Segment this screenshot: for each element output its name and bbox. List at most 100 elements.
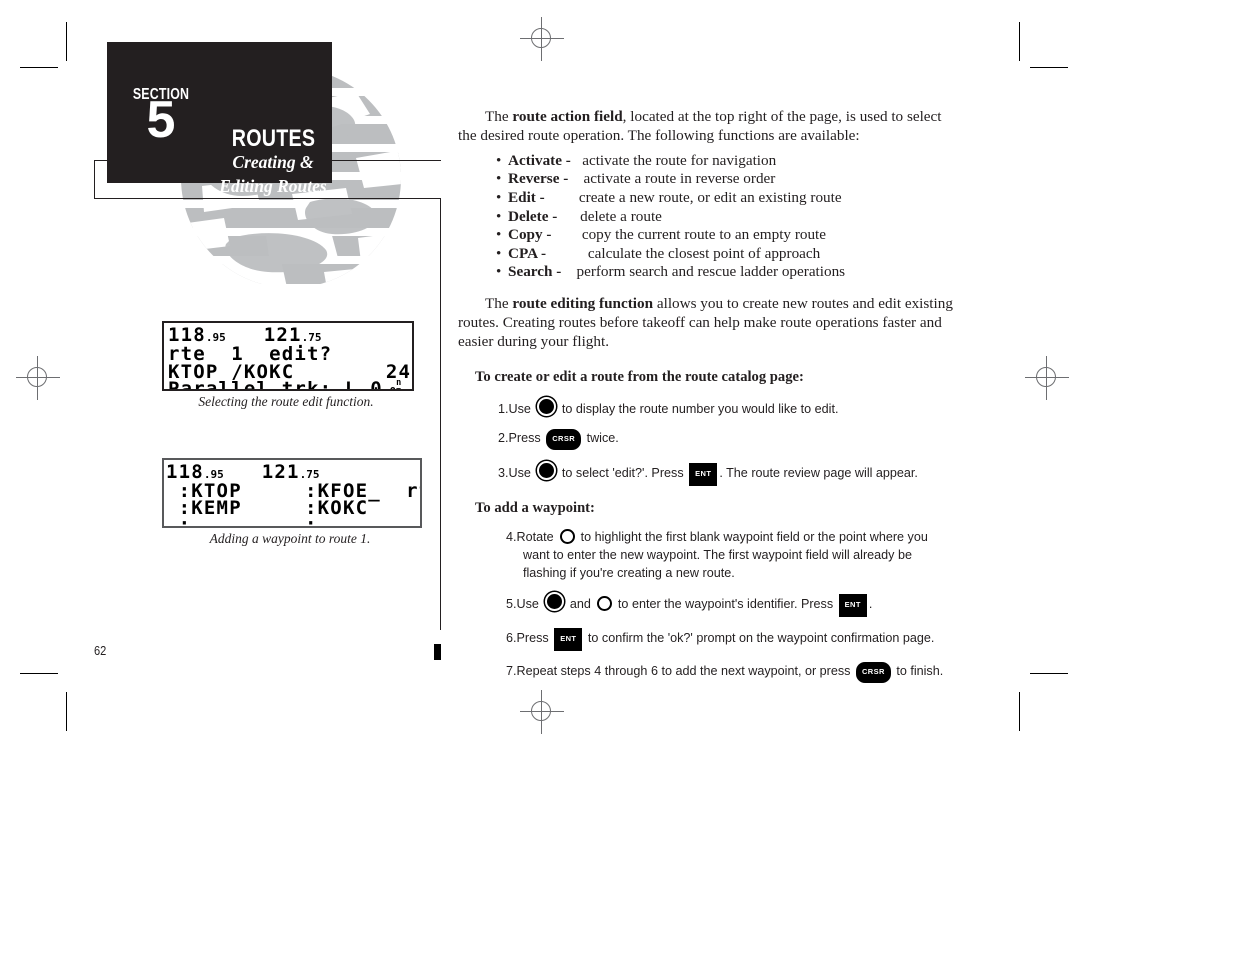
step-text: to enter the waypoint's identifier. Pres… — [614, 596, 837, 611]
crop-mark-bottom-right-vertical — [1019, 692, 1021, 731]
crop-mark-top-left-vertical — [66, 22, 68, 61]
step-item-6: 6.Press ENT to confirm the 'ok?' prompt … — [506, 627, 954, 651]
step-text: . The route review page will appear. — [719, 465, 918, 480]
function-item-search: • Search - perform search and rescue ladd… — [458, 263, 958, 282]
frame-rule-right-vertical — [440, 198, 441, 630]
subheading-add-waypoint: To add a waypoint: — [475, 499, 595, 516]
step-text: . — [868, 596, 873, 611]
crsr-key-icon[interactable]: CRSR — [546, 428, 582, 450]
knob-outer-icon[interactable] — [537, 460, 557, 480]
route-edit-lcd-figure: 118.95 121.75 rte 1 edit? KTOP /KOKC 241… — [162, 321, 414, 391]
step-item-7: 7.Repeat steps 4 through 6 to add the ne… — [506, 661, 954, 683]
knob-inner-icon[interactable] — [560, 528, 576, 544]
crop-mark-bottom-right-horizontal — [1030, 673, 1068, 675]
intro-lead: The — [485, 108, 513, 125]
step-number: 3. — [498, 465, 509, 480]
step-text: twice. — [583, 430, 619, 445]
registration-target-right — [1025, 356, 1069, 400]
ent-key-icon[interactable]: ENT — [554, 627, 583, 651]
function-name: Copy - — [508, 226, 552, 244]
body-column: The route action field, located at the t… — [458, 108, 958, 683]
bleed-tick-mark — [434, 644, 441, 660]
frame-rule-middle — [94, 198, 441, 199]
function-desc: activate the route for navigation — [582, 151, 777, 169]
step-item-4: 4.Rotate to highlight the first blank wa… — [506, 528, 954, 582]
step-text: and — [566, 596, 595, 611]
function-name: Reverse - — [508, 170, 569, 188]
step-text: to confirm the 'ok?' prompt on the waypo… — [584, 630, 935, 645]
function-name: Delete - — [508, 207, 558, 225]
add-waypoint-figure-caption: Adding a waypoint to route 1. — [209, 531, 371, 546]
step-text: Use — [508, 465, 535, 480]
ent-key-icon[interactable]: ENT — [689, 462, 718, 486]
step-text: Use — [508, 401, 535, 416]
step-text: Press — [508, 430, 545, 445]
section-subtitle-line1: Creating & — [232, 152, 314, 172]
knob-outer-icon[interactable] — [545, 591, 565, 611]
step-number: 7. — [506, 663, 517, 678]
registration-target-bottom — [520, 690, 564, 734]
step-text: Repeat steps 4 through 6 to add the next… — [516, 663, 854, 678]
function-item-edit: • Edit - create a new route, or edit an e… — [458, 189, 958, 208]
steps-add-waypoint-list: 4.Rotate to highlight the first blank wa… — [506, 528, 954, 683]
page-number: 62 — [94, 643, 107, 658]
frame-rule-left — [94, 160, 95, 199]
crop-mark-top-left-horizontal — [20, 67, 58, 69]
step-item-2: 2.Press CRSR twice. — [498, 428, 950, 450]
function-name: Activate - — [508, 151, 571, 169]
knob-outer-icon[interactable] — [537, 396, 557, 416]
function-desc: create a new route, or edit an existing … — [578, 189, 842, 206]
function-desc: copy the current route to an empty route — [581, 226, 827, 244]
ent-key-icon[interactable]: ENT — [838, 593, 867, 617]
section-number: 5 — [146, 91, 176, 149]
function-desc: perform search and rescue ladder operati… — [576, 263, 846, 281]
step-number: 6. — [506, 630, 517, 645]
function-item-reverse: • Reverse - activate a route in reverse o… — [458, 170, 958, 189]
step-number: 5. — [506, 596, 517, 611]
editing-bold-term: route editing function — [512, 294, 654, 312]
step-item-1: 1.Use to display the route number you wo… — [498, 396, 950, 418]
step-text: to finish. — [892, 663, 944, 678]
section-title: ROUTES — [231, 125, 316, 152]
step-text: to highlight the first blank waypoint fi… — [523, 529, 928, 580]
crop-mark-bottom-left-vertical — [66, 692, 68, 731]
subheading-create-route: To create or edit a route from the route… — [475, 368, 804, 385]
section-subtitle-line2: Editing Routes — [219, 176, 327, 196]
function-name: Edit - — [508, 189, 545, 206]
section-header-banner: SECTION 5 ROUTES Creating & Editing Rout… — [107, 42, 332, 196]
function-desc: delete a route — [580, 207, 662, 225]
step-text: Press — [516, 630, 553, 645]
function-name: CPA - — [508, 244, 547, 262]
crsr-key-icon[interactable]: CRSR — [855, 661, 891, 683]
crop-mark-top-right-horizontal — [1030, 67, 1068, 69]
editing-lead: The — [485, 294, 513, 312]
step-text: Use — [516, 596, 543, 611]
step-text: Rotate — [516, 529, 558, 544]
step-text: to select 'edit?'. Press — [558, 465, 688, 480]
steps-create-route-list: 1.Use to display the route number you wo… — [498, 396, 950, 486]
registration-target-top — [520, 17, 564, 61]
step-text: to display the route number you would li… — [558, 401, 839, 416]
crop-mark-bottom-left-horizontal — [20, 673, 58, 675]
step-number: 2. — [498, 430, 509, 445]
route-action-function-list: • Activate - activate the route for navig… — [458, 152, 958, 282]
lcd2-line-wp3: :_____ :_____ — [166, 514, 381, 528]
knob-inner-icon[interactable] — [597, 595, 613, 611]
function-item-cpa: • CPA - calculate the closest point of ap… — [458, 245, 958, 264]
function-item-delete: • Delete - delete a route — [458, 208, 958, 227]
step-item-3: 3.Use to select 'edit?'. Press ENT. The … — [498, 460, 950, 486]
function-name: Search - — [508, 263, 562, 281]
lcd-line-parallel: Parallel trk: L 0.0nm — [168, 378, 402, 391]
step-number: 1. — [498, 401, 509, 416]
step-item-5: 5.Use and to enter the waypoint's identi… — [506, 591, 954, 617]
function-item-copy: • Copy - copy the current route to an emp… — [458, 226, 958, 245]
route-edit-figure-caption: Selecting the route edit function. — [198, 394, 374, 409]
function-desc: activate a route in reverse order — [583, 170, 776, 188]
crop-mark-top-right-vertical — [1019, 22, 1021, 61]
intro-paragraph: The route action field, located at the t… — [458, 108, 958, 146]
editing-paragraph: The route editing function allows you to… — [458, 295, 958, 352]
add-waypoint-lcd-figure: 118.95 121.75 :KTOP :KFOE_ rt :KEMP :KOK… — [162, 458, 422, 528]
intro-bold-term: route action field — [512, 108, 623, 125]
function-item-activate: • Activate - activate the route for navig… — [458, 152, 958, 171]
function-desc: calculate the closest point of approach — [587, 244, 821, 262]
